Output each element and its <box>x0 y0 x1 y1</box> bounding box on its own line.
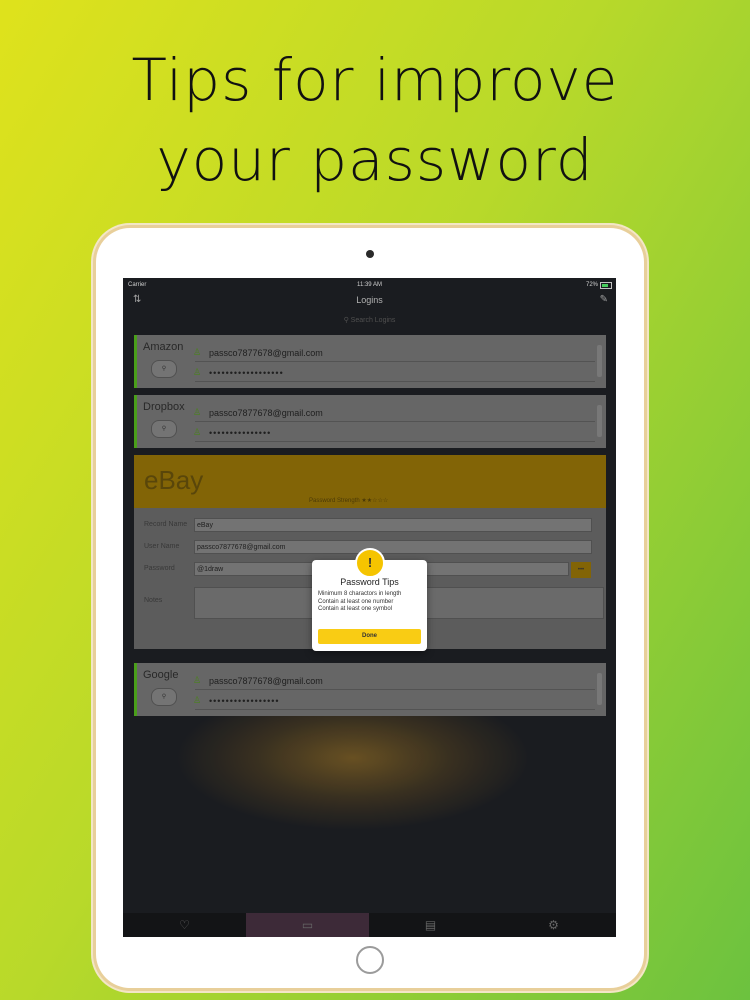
gear-icon: ⚙ <box>548 918 559 932</box>
tip-item: Contain at least one symbol <box>318 606 393 612</box>
headline-line-2: your password <box>156 126 594 194</box>
app-screen: Carrier 11:39 AM 72% ⇅ Logins ✎ ⚲ Search… <box>123 278 616 937</box>
tab-bar: ♡ ▭ ▤ ⚙ <box>123 913 616 937</box>
heart-icon: ♡ <box>179 918 190 932</box>
ipad-frame: Carrier 11:39 AM 72% ⇅ Logins ✎ ⚲ Search… <box>96 228 644 988</box>
window-icon: ▭ <box>301 918 314 932</box>
dialog-title: Password Tips <box>340 577 399 587</box>
headline-line-1: Tips for improve <box>131 46 619 114</box>
headline: Tips for improve your password <box>0 40 750 200</box>
password-tips-dialog: ! Password Tips Minimum 8 charactors in … <box>312 548 427 651</box>
tab-logins[interactable]: ▭ <box>246 913 369 937</box>
tip-item: Contain at least one number <box>318 598 394 605</box>
document-icon: ▤ <box>424 918 437 932</box>
tip-item: Minimum 8 charactors in length <box>318 591 402 597</box>
done-button[interactable]: Done <box>318 629 421 644</box>
camera-dot <box>366 250 374 258</box>
home-button[interactable] <box>356 946 384 974</box>
tab-favorites[interactable]: ♡ <box>123 913 246 937</box>
tab-settings[interactable]: ⚙ <box>492 913 615 937</box>
warning-icon: ! <box>355 548 385 578</box>
tab-notes[interactable]: ▤ <box>369 913 492 937</box>
tips-list: Minimum 8 charactors in length Contain a… <box>318 591 401 614</box>
